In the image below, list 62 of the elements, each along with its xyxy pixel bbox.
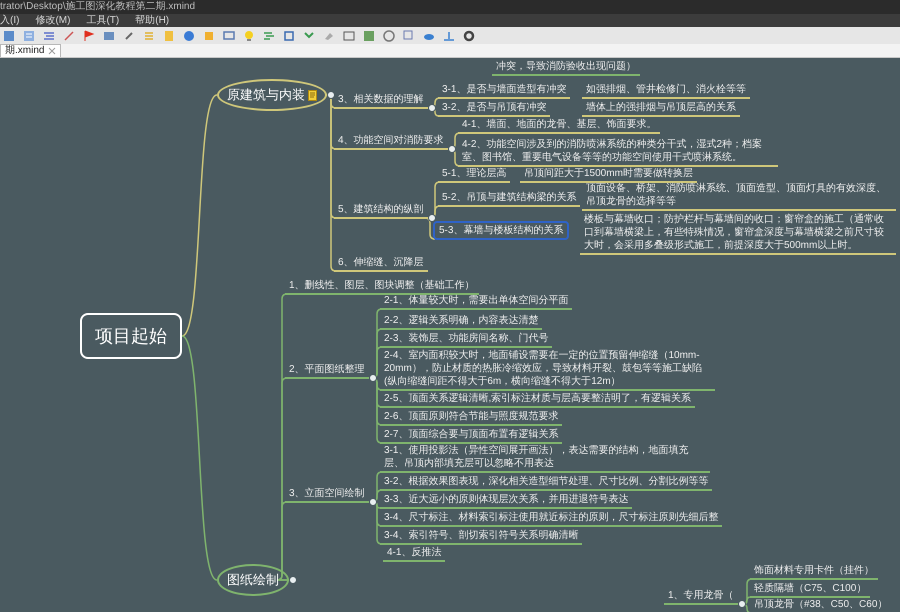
collapse-toggle[interactable] [738, 600, 746, 608]
main-topic[interactable]: 图纸绘制 [217, 564, 289, 596]
subtopic[interactable]: 2-2、逻辑关系明确，内容表达清楚 [380, 313, 542, 330]
subtopic[interactable]: 5-1、理论层高 [438, 166, 510, 183]
menu-item[interactable]: 修改(M) [35, 14, 70, 26]
topic-note: 吊顶间距大于1500mm时需要做转换层 [520, 166, 697, 183]
subtopic[interactable]: 饰面材料专用卡件（挂件） [750, 563, 878, 580]
topic-note: 顶面设备、桥架、消防喷淋系统、顶面造型、顶面灯具的有效深度、吊顶龙骨的选择等等 [582, 181, 896, 211]
subtopic[interactable]: 2-7、顶面综合要与顶面布置有逻辑关系 [380, 427, 562, 444]
collapse-toggle[interactable] [289, 576, 297, 584]
subtopic[interactable]: 3-1、使用投影法（异性空间展开画法），表达需要的结构，地面填充层、吊顶内部填充层可以忽略不用表达 [380, 443, 710, 473]
monitor-icon[interactable] [222, 28, 236, 42]
collapse-toggle[interactable] [369, 374, 377, 382]
close-icon[interactable] [48, 47, 56, 55]
subtopic[interactable]: 4-2、功能空间涉及到的消防喷淋系统的种类分干式，湿式2种；档案室、图书馆、重要电气设备等等的功能空间使用干式喷淋系统。 [458, 137, 778, 167]
subtopic[interactable]: 5-3、幕墙与楼板结构的关系 [433, 221, 570, 240]
subtopic[interactable]: 3-2、是否与吊顶有冲突 [438, 100, 550, 117]
clock-icon[interactable] [382, 28, 396, 42]
central-topic[interactable]: 项目起始 [80, 313, 182, 359]
main-topic[interactable]: 原建筑与内装 [217, 79, 327, 111]
menu-item[interactable]: 入(I) [0, 14, 20, 26]
list-icon[interactable] [22, 28, 36, 42]
subtopic[interactable]: 2-3、装饰层、功能房间名称、门代号 [380, 331, 552, 348]
subtopic[interactable]: 3、相关数据的理解 [334, 92, 428, 109]
subtopic[interactable]: 3-3、近大远小的原则体现层次关系，并用进退符号表达 [380, 492, 632, 509]
collapse-toggle[interactable] [428, 104, 436, 112]
subtopic[interactable]: 3-1、是否与墙面造型有冲突 [438, 82, 570, 99]
subtopic[interactable]: 6、伸缩缝、沉降层 [334, 255, 428, 272]
collapse-toggle[interactable] [428, 214, 436, 222]
subtopic[interactable]: 3-2、根据效果图表现，深化相关造型细节处理、尺寸比例、分割比例等等 [380, 474, 712, 491]
topic-note: 如强排烟、管井检修门、消火栓等等 [582, 82, 750, 99]
subtopic[interactable]: 2-6、顶面原则符合节能与照度规范要求 [380, 409, 562, 426]
subtopic[interactable]: 4-1、墙面、地面的龙骨、基层、饰面要求。 [458, 117, 660, 134]
subtopic[interactable]: 3-4、尺寸标注、材料索引标注使用就近标注的原则，尺寸标注原则先细后整 [380, 510, 722, 527]
menu-item[interactable]: 工具(T) [86, 14, 120, 26]
topic-note: 楼板与幕墙收口；防护栏杆与幕墙间的收口；窗帘盒的施工（通常收口到幕墙横梁上，有些特殊情况，窗帘盒深度与幕墙横梁之前尺寸较大时，会采用多叠级形式施工，前提深度大于500mm以上时。 [580, 212, 896, 255]
topic-note: 墙体上的强排烟与吊顶层高的关系 [582, 100, 740, 117]
file-tab[interactable]: 期.xmind [0, 44, 62, 57]
subtopic[interactable]: 吊顶龙骨（#38、C50、C60） [750, 597, 892, 612]
collapse-toggle[interactable] [448, 145, 456, 153]
window-title: trator\Desktop\施工图深化教程第二期.xmind [0, 1, 196, 13]
subtopic[interactable]: 2、平面图纸整理 [285, 362, 369, 379]
bulb-icon[interactable] [242, 28, 256, 42]
menu-item[interactable]: 帮助(H) [135, 14, 170, 26]
window-icon[interactable] [342, 28, 356, 42]
subtopic[interactable]: 1、删线性、图层、图块调整（基础工作） [285, 278, 479, 295]
subtopic[interactable]: 2-1、体量较大时，需要出单体空间分平面 [380, 293, 572, 310]
subtopic[interactable]: 冲突，导致消防验收出现问题） [492, 59, 640, 76]
subtopic[interactable]: 5、建筑结构的纵剖 [334, 202, 428, 219]
note-icon[interactable] [308, 90, 317, 100]
flag-icon[interactable] [82, 28, 96, 42]
subtopic[interactable]: 3、立面空间绘制 [285, 486, 369, 503]
subtopic[interactable]: 1、专用龙骨（ [664, 588, 738, 605]
subtopic[interactable]: 轻质隔墙（C75、C100） [750, 581, 870, 598]
collapse-toggle[interactable] [327, 91, 335, 99]
subtopic[interactable]: 4-1、反推法 [383, 545, 446, 562]
subtopic[interactable]: 3-4、索引符号、剖切索引符号关系明确清晰 [380, 528, 582, 545]
subtopic[interactable]: 2-4、室内面积较大时，地面铺设需要在一定的位置预留伸缩缝（10mm-20mm），防止材质的热胀冷缩效应，导致材料开裂、鼓包等等施工缺陷(纵向缩缝间距不得大于6m，横向缩缝不得大于12m） [380, 348, 715, 391]
collapse-toggle[interactable] [369, 498, 377, 506]
subtopic[interactable]: 4、功能空间对消防要求 [334, 133, 448, 150]
subtopic[interactable]: 5-2、吊顶与建筑结构梁的关系 [438, 190, 580, 207]
subtopic[interactable]: 2-5、顶面关系逻辑清晰,索引标注材质与层高要整洁明了，有逻辑关系 [380, 391, 696, 408]
